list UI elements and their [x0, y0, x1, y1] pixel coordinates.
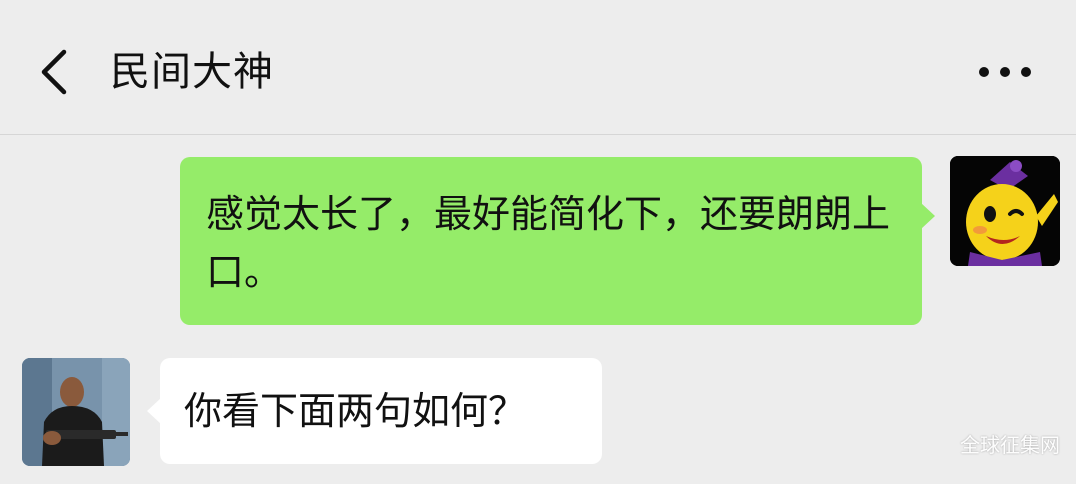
man-with-gun-avatar-image — [22, 358, 130, 466]
incoming-message-bubble[interactable]: 你看下面两句如何？ — [147, 358, 602, 464]
contact-avatar[interactable] — [22, 358, 130, 466]
chat-header: 民间大神 — [0, 0, 1076, 135]
message-text: 你看下面两句如何？ — [184, 389, 527, 433]
outgoing-message-bubble[interactable]: 感觉太长了，最好能简化下，还要朗朗上口。 — [180, 157, 935, 325]
watermark: 全球征集网 — [960, 433, 1060, 457]
back-button[interactable] — [30, 44, 80, 100]
chevron-left-icon — [41, 49, 67, 95]
my-avatar[interactable] — [950, 156, 1060, 266]
more-dots-icon — [979, 67, 1031, 77]
more-options-button[interactable] — [970, 50, 1040, 94]
message-text: 感觉太长了，最好能简化下，还要朗朗上口。 — [206, 192, 891, 294]
chat-title: 民间大神 — [110, 49, 274, 95]
cartoon-mascot-avatar-image — [950, 156, 1060, 266]
